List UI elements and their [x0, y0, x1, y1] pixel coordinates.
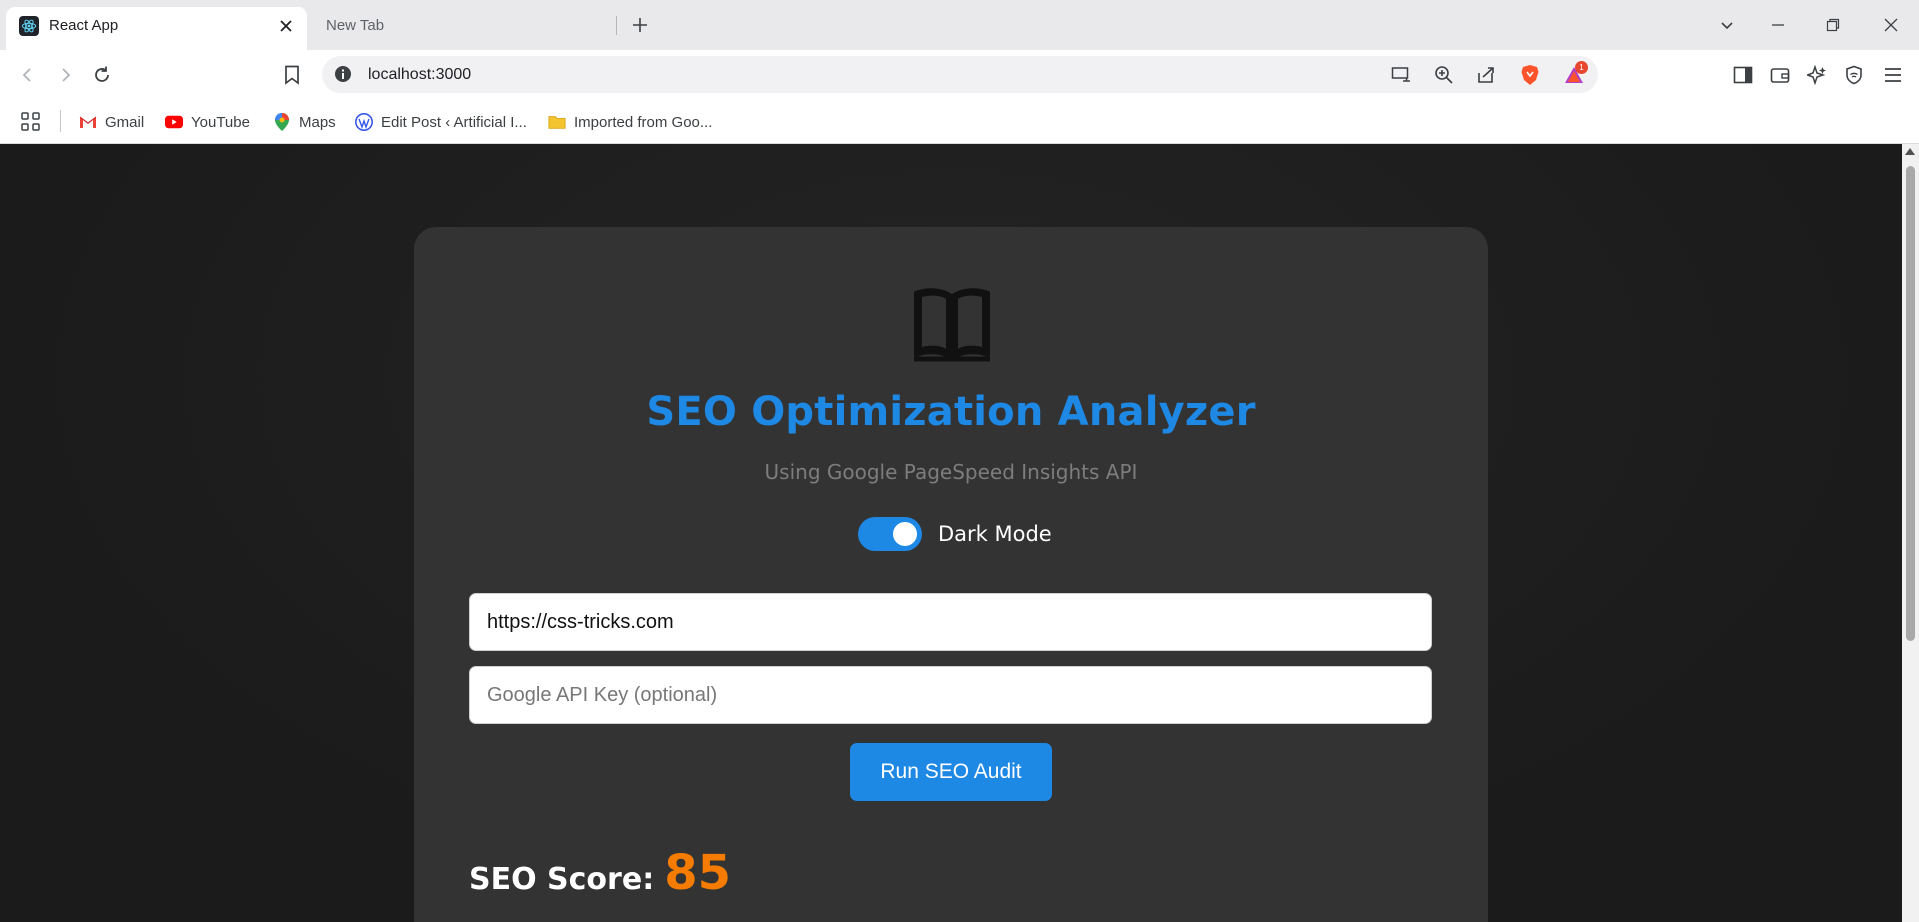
site-info-icon[interactable]: [334, 65, 352, 88]
api-key-input[interactable]: [469, 666, 1432, 724]
sidebar-icon[interactable]: [1730, 62, 1756, 88]
rewards-badge: 1: [1575, 61, 1588, 74]
bookmark-edit-post[interactable]: Edit Post ‹ Artificial I...: [355, 110, 527, 134]
book-icon: [914, 288, 990, 362]
back-icon[interactable]: [15, 62, 41, 88]
bookmarks-bar: Gmail YouTube Maps Edit Post ‹ Artificia…: [0, 100, 1919, 144]
react-icon: [19, 15, 39, 36]
url-text: localhost:3000: [368, 66, 472, 83]
bookmark-label: Maps: [299, 113, 336, 131]
bookmark-youtube[interactable]: YouTube: [165, 110, 250, 134]
gmail-icon: [79, 113, 97, 131]
youtube-icon: [165, 113, 183, 131]
folder-icon: [548, 113, 566, 131]
tab-strip: React App New Tab: [0, 0, 1919, 50]
page-title: SEO Optimization Analyzer: [646, 389, 1256, 435]
close-window-button[interactable]: [1876, 10, 1906, 40]
bookmark-label: Imported from Goo...: [574, 113, 713, 131]
zoom-icon[interactable]: [1432, 63, 1456, 87]
scroll-up-arrow-icon[interactable]: [1905, 148, 1915, 155]
vpn-icon[interactable]: [1841, 62, 1867, 88]
bookmark-maps[interactable]: Maps: [273, 110, 336, 134]
maps-icon: [273, 113, 291, 131]
new-tab-button[interactable]: [627, 12, 653, 38]
bookmark-label: YouTube: [191, 113, 250, 131]
dark-mode-toggle-row: Dark Mode: [858, 517, 1052, 551]
forward-icon[interactable]: [52, 62, 78, 88]
close-tab-icon[interactable]: [275, 15, 297, 37]
dark-mode-toggle[interactable]: [858, 517, 922, 551]
leo-ai-icon[interactable]: [1804, 62, 1830, 88]
scrollbar-thumb[interactable]: [1906, 166, 1915, 641]
minimize-button[interactable]: [1763, 10, 1793, 40]
cast-icon[interactable]: [1389, 63, 1413, 87]
restore-button[interactable]: [1818, 10, 1848, 40]
page-scrollbar[interactable]: [1902, 144, 1919, 922]
tab-new-tab[interactable]: New Tab: [314, 7, 616, 43]
browser-toolbar: localhost:3000 1: [0, 50, 1919, 100]
share-icon[interactable]: [1474, 63, 1498, 87]
seo-score-label: SEO Score:: [469, 862, 655, 897]
brave-shields-icon[interactable]: [1518, 63, 1542, 87]
bookmarks-separator: [60, 110, 61, 132]
bookmark-imported-folder[interactable]: Imported from Goo...: [548, 110, 712, 134]
apps-icon[interactable]: [20, 110, 42, 134]
address-bar[interactable]: localhost:3000 1: [322, 56, 1598, 93]
tab-react-app[interactable]: React App: [6, 7, 307, 50]
dark-mode-label: Dark Mode: [938, 522, 1052, 546]
bookmark-gmail[interactable]: Gmail: [79, 110, 144, 134]
page-subtitle: Using Google PageSpeed Insights API: [764, 460, 1138, 484]
bookmark-icon[interactable]: [279, 62, 305, 88]
tab-separator: [616, 16, 617, 35]
page-viewport: SEO Optimization Analyzer Using Google P…: [0, 144, 1902, 922]
tab-title: New Tab: [326, 16, 385, 34]
tab-search-icon[interactable]: [1712, 10, 1742, 40]
toggle-knob: [893, 522, 917, 546]
tab-title: React App: [49, 17, 119, 34]
bookmark-label: Gmail: [105, 113, 145, 131]
brave-rewards-icon[interactable]: 1: [1562, 61, 1588, 87]
seo-score-value: 85: [664, 845, 731, 901]
analyzer-card: SEO Optimization Analyzer Using Google P…: [414, 227, 1488, 922]
wordpress-icon: [355, 113, 373, 131]
menu-icon[interactable]: [1880, 62, 1906, 88]
run-seo-audit-button[interactable]: Run SEO Audit: [850, 743, 1052, 801]
url-input[interactable]: [469, 593, 1432, 651]
wallet-icon[interactable]: [1767, 62, 1793, 88]
bookmark-label: Edit Post ‹ Artificial I...: [381, 113, 527, 131]
seo-score: SEO Score: 85: [469, 845, 731, 901]
reload-icon[interactable]: [89, 62, 115, 88]
